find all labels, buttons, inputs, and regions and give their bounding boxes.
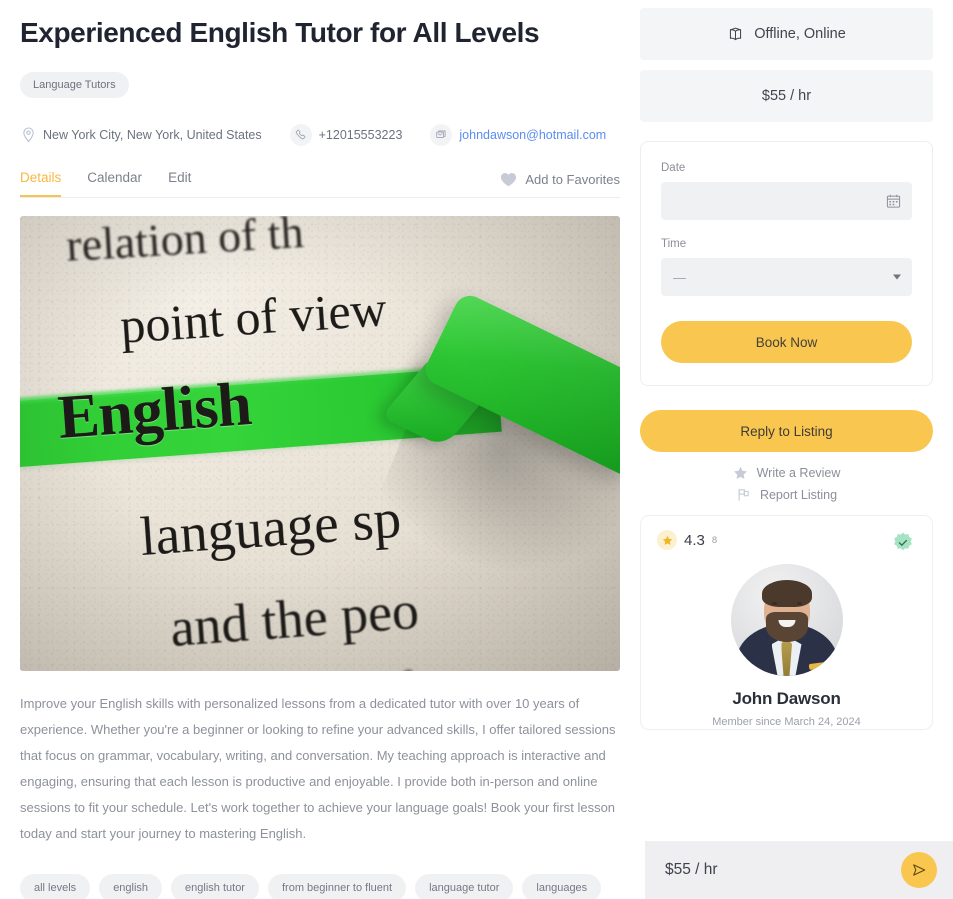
- avatar: [730, 564, 843, 676]
- listing-detail-page: Experienced English Tutor for All Levels…: [0, 0, 953, 899]
- hero-word-line-3: English: [55, 369, 254, 452]
- profile-card-header: 4.3 8: [657, 530, 916, 556]
- list-item[interactable]: languages: [522, 873, 602, 899]
- open-book-icon: [727, 27, 744, 42]
- price-box: $55 / hr: [640, 70, 933, 122]
- email-item[interactable]: johndawson@hotmail.com: [430, 123, 606, 146]
- listing-description: Improve your English skills with persona…: [20, 695, 616, 841]
- rating-badge: 4.3 8: [657, 530, 717, 550]
- category-badge[interactable]: Language Tutors: [20, 71, 129, 98]
- send-message-button[interactable]: [901, 852, 937, 888]
- service-mode-label: Offline, Online: [754, 26, 846, 42]
- time-select[interactable]: —: [661, 258, 912, 296]
- email-text[interactable]: johndawson@hotmail.com: [459, 128, 606, 142]
- booking-card: Date Time — Book Now: [640, 141, 933, 386]
- listing-action-links: Write a Review Report Listing: [640, 466, 933, 502]
- rating-value: 4.3: [684, 531, 705, 549]
- send-icon: [911, 862, 927, 878]
- location-item: New York City, New York, United States: [20, 127, 262, 143]
- time-field-label: Time: [661, 238, 687, 250]
- reply-to-listing-button[interactable]: Reply to Listing: [640, 410, 933, 452]
- listing-main-column: Experienced English Tutor for All Levels…: [0, 0, 640, 899]
- report-listing-label: Report Listing: [759, 488, 838, 502]
- calendar-icon[interactable]: [886, 194, 901, 209]
- owner-profile-card: 4.3 8 John Dawson Member since March 24,…: [640, 515, 933, 730]
- write-a-review-button[interactable]: Write a Review: [733, 466, 841, 480]
- page-title: Experienced English Tutor for All Levels: [20, 17, 540, 48]
- tab-calendar[interactable]: Calendar: [87, 170, 142, 197]
- rating-count: 8: [711, 534, 718, 546]
- phone-text: +12015553223: [318, 127, 403, 142]
- star-icon: [733, 466, 748, 480]
- list-item[interactable]: english: [99, 873, 163, 899]
- date-field-label: Date: [661, 162, 686, 174]
- rating-star-icon: [657, 530, 677, 550]
- report-listing-button[interactable]: Report Listing: [736, 488, 837, 502]
- flag-icon: [736, 488, 751, 502]
- listing-tags: all levels english english tutor from be…: [20, 873, 620, 899]
- phone-item[interactable]: +12015553223: [289, 123, 403, 146]
- listing-hero-image[interactable]: relation of th point of view English lan…: [20, 215, 620, 671]
- write-a-review-label: Write a Review: [756, 466, 841, 480]
- listing-tabs: Details Calendar Edit Add to Favorites: [20, 170, 620, 198]
- listing-sidebar: Offline, Online $55 / hr Date Time — Boo…: [640, 0, 953, 899]
- sticky-price-label: $55 / hr: [665, 861, 718, 878]
- add-to-favorites-label: Add to Favorites: [525, 171, 620, 187]
- add-to-favorites-button[interactable]: Add to Favorites: [500, 172, 620, 197]
- list-item[interactable]: all levels: [20, 873, 91, 899]
- map-pin-icon: [20, 127, 36, 143]
- tab-details[interactable]: Details: [20, 170, 62, 197]
- time-select-value: —: [673, 269, 686, 285]
- listing-meta-row: New York City, New York, United States +…: [20, 123, 620, 146]
- chevron-down-icon[interactable]: [893, 274, 901, 280]
- tab-edit[interactable]: Edit: [168, 170, 191, 197]
- list-item[interactable]: from beginner to fluent: [267, 873, 407, 899]
- list-item[interactable]: language tutor: [415, 873, 514, 899]
- verified-badge-icon: [890, 530, 916, 556]
- email-icon: [430, 123, 453, 146]
- book-now-button[interactable]: Book Now: [661, 321, 912, 363]
- sticky-price-bar: $55 / hr: [645, 841, 953, 899]
- heart-icon: [500, 172, 517, 187]
- service-mode-box: Offline, Online: [640, 8, 933, 60]
- location-text: New York City, New York, United States: [43, 127, 262, 142]
- list-item[interactable]: english tutor: [171, 873, 259, 899]
- member-since-text: Member since March 24, 2024: [712, 716, 861, 728]
- date-input[interactable]: [661, 182, 912, 220]
- price-label: $55 / hr: [761, 88, 812, 104]
- owner-name[interactable]: John Dawson: [657, 689, 916, 709]
- phone-icon: [289, 123, 312, 146]
- tab-list: Details Calendar Edit: [20, 170, 191, 197]
